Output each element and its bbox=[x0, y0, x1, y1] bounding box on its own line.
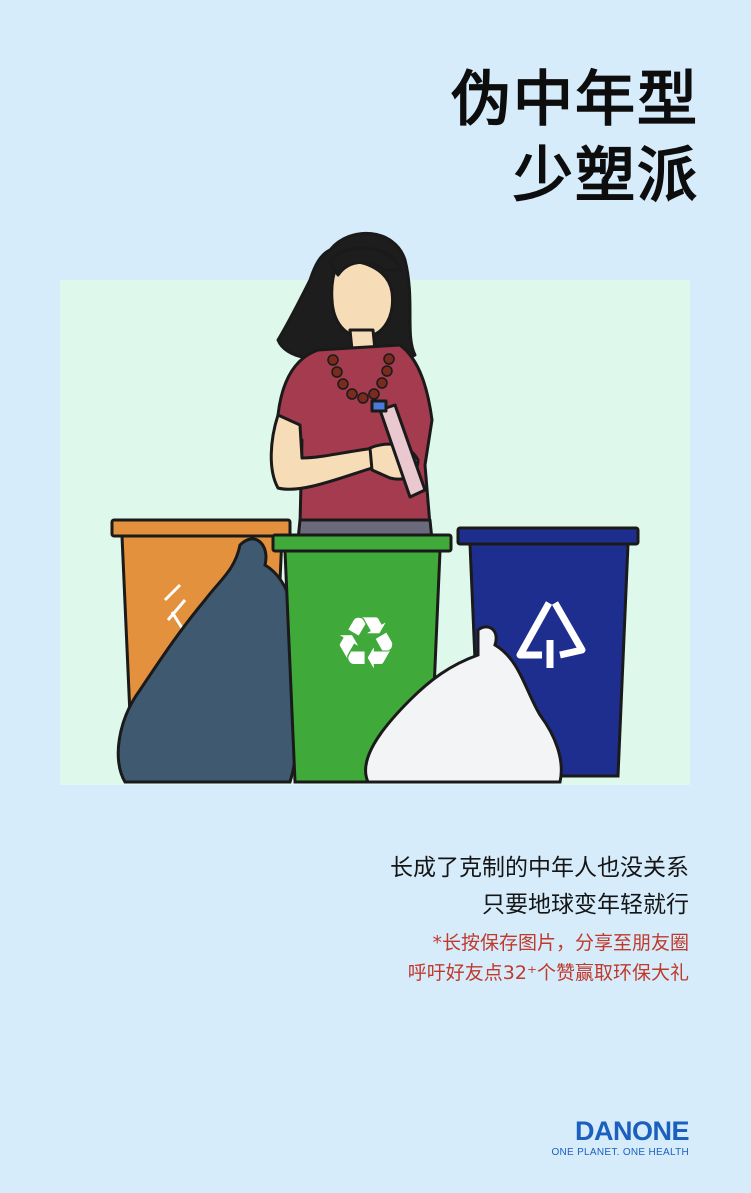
logo-wordmark: DANONE bbox=[574, 1116, 690, 1146]
share-note-line-1: *长按保存图片，分享至朋友圈 bbox=[432, 932, 689, 954]
caption-line-2: 只要地球变年轻就行 bbox=[482, 892, 689, 918]
share-note: *长按保存图片，分享至朋友圈 呼吁好友点32⁺个赞赢取环保大礼 bbox=[408, 928, 689, 988]
caption-line-1: 长成了克制的中年人也没关系 bbox=[390, 855, 689, 881]
share-note-line-2: 呼吁好友点32⁺个赞赢取环保大礼 bbox=[407, 962, 689, 984]
logo-tagline: ONE PLANET. ONE HEALTH bbox=[551, 1147, 689, 1158]
danone-logo: DANONE ONE PLANET. ONE HEALTH bbox=[551, 1116, 689, 1160]
recycle-icon: ♻ bbox=[334, 601, 399, 685]
illustration: ♻ bbox=[110, 231, 640, 784]
caption: 长成了克制的中年人也没关系 只要地球变年轻就行 bbox=[390, 850, 689, 924]
woman-figure bbox=[269, 231, 434, 542]
